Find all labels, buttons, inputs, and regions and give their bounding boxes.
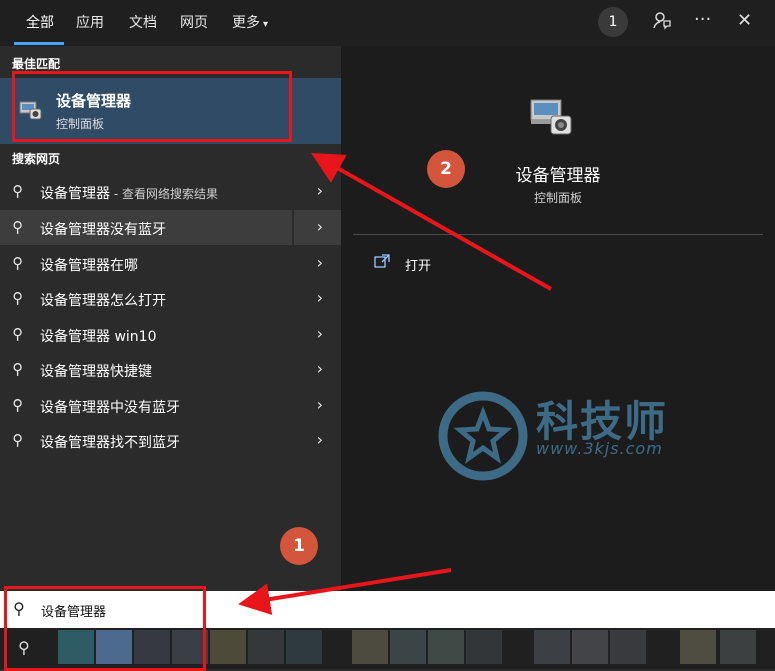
annotation-arrow-2: [311, 153, 552, 291]
annotation-arrows: [238, 153, 552, 615]
annotation-arrow-1: [238, 568, 452, 615]
